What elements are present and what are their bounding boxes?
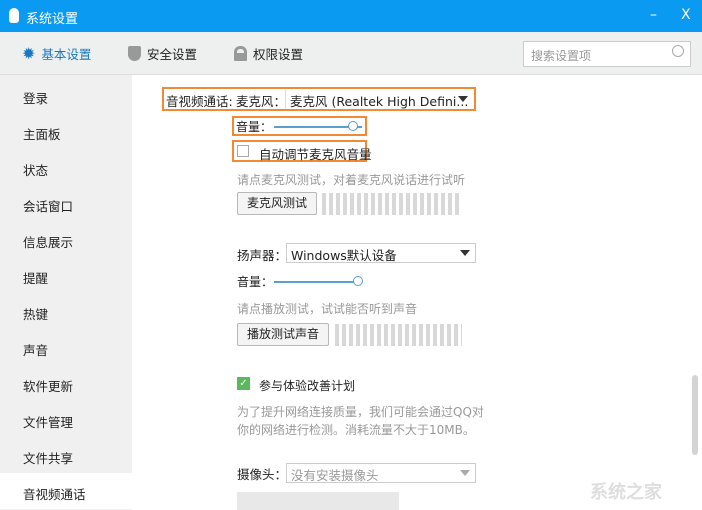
speaker-level-meter <box>335 324 462 346</box>
camera-dropdown[interactable]: 没有安装摄像头 <box>286 463 476 483</box>
mic-test-button[interactable]: 麦克风测试 <box>237 192 317 215</box>
sidebar-item-reminder[interactable]: 提醒 <box>0 257 132 293</box>
tab-security-settings[interactable]: 安全设置 <box>128 44 197 63</box>
qq-penguin-icon <box>9 8 19 23</box>
improve-desc-line1: 为了提升网络连接质量，我们可能会通过QQ对 <box>237 405 484 419</box>
sidebar-item-info-display[interactable]: 信息展示 <box>0 221 132 257</box>
improve-desc-line2: 你的网络进行检测。消耗流量不大于10MB。 <box>237 423 475 437</box>
search-input[interactable]: 搜索设置项 <box>523 41 691 67</box>
sidebar-item-main-panel[interactable]: 主面板 <box>0 113 132 149</box>
sidebar-item-av-call[interactable]: 音视频通话 <box>0 473 132 509</box>
sidebar-item-status[interactable]: 状态 <box>0 149 132 185</box>
sidebar-item-sound[interactable]: 声音 <box>0 329 132 365</box>
gear-icon: ✹ <box>22 44 36 63</box>
camera-preview <box>237 492 399 510</box>
sidebar-item-login[interactable]: 登录 <box>0 77 132 113</box>
sidebar-item-hotkeys[interactable]: 热键 <box>0 293 132 329</box>
chevron-down-icon <box>458 96 468 102</box>
av-section-label: 音视频通话: <box>166 94 233 109</box>
close-button[interactable]: X <box>681 7 691 23</box>
search-icon[interactable] <box>672 45 684 57</box>
mic-level-meter <box>322 193 462 215</box>
improve-checkbox[interactable]: ✓ <box>237 377 250 390</box>
lock-icon <box>234 46 247 61</box>
window-title: 系统设置 <box>26 12 79 27</box>
mic-volume-label: 音量： <box>236 120 273 134</box>
title-bar: 系统设置 – X <box>0 0 702 32</box>
chevron-down-icon <box>460 250 470 256</box>
scrollbar[interactable] <box>689 75 701 510</box>
camera-label: 摄像头： <box>237 467 288 482</box>
auto-adjust-checkbox[interactable] <box>237 145 249 157</box>
scrollbar-thumb[interactable] <box>692 375 698 455</box>
minimize-button[interactable]: – <box>650 7 657 23</box>
speaker-label: 扬声器： <box>237 248 288 263</box>
speaker-hint: 请点播放测试，试试能否听到声音 <box>237 302 418 316</box>
chevron-down-icon <box>460 470 470 476</box>
toolbar: ✹ 基本设置 安全设置 权限设置 搜索设置项 <box>0 32 702 75</box>
tab-permission-settings[interactable]: 权限设置 <box>234 44 303 63</box>
speaker-test-button[interactable]: 播放测试声音 <box>237 323 329 346</box>
sidebar-item-chat-window[interactable]: 会话窗口 <box>0 185 132 221</box>
speaker-volume-slider[interactable] <box>274 281 358 283</box>
sidebar-item-file-management[interactable]: 文件管理 <box>0 401 132 437</box>
speaker-volume-label: 音量： <box>237 275 274 289</box>
watermark: 系统之家 <box>590 482 662 503</box>
improve-label: 参与体验改善计划 <box>259 379 356 393</box>
sidebar: 登录 主面板 状态 会话窗口 信息展示 提醒 热键 声音 软件更新 文件管理 文… <box>0 75 132 510</box>
sidebar-item-software-update[interactable]: 软件更新 <box>0 365 132 401</box>
auto-adjust-label: 自动调节麦克风音量 <box>259 147 372 162</box>
mic-dropdown[interactable]: 麦克风 (Realtek High Defini... <box>285 89 474 109</box>
speaker-volume-knob[interactable] <box>353 276 363 286</box>
mic-hint: 请点麦克风测试，对着麦克风说话进行试听 <box>237 173 466 187</box>
speaker-dropdown[interactable]: Windows默认设备 <box>286 243 476 263</box>
sidebar-item-file-sharing[interactable]: 文件共享 <box>0 437 132 473</box>
tab-basic-settings[interactable]: ✹ 基本设置 <box>22 44 91 63</box>
shield-icon <box>128 46 141 61</box>
mic-label: 麦克风： <box>236 94 287 109</box>
